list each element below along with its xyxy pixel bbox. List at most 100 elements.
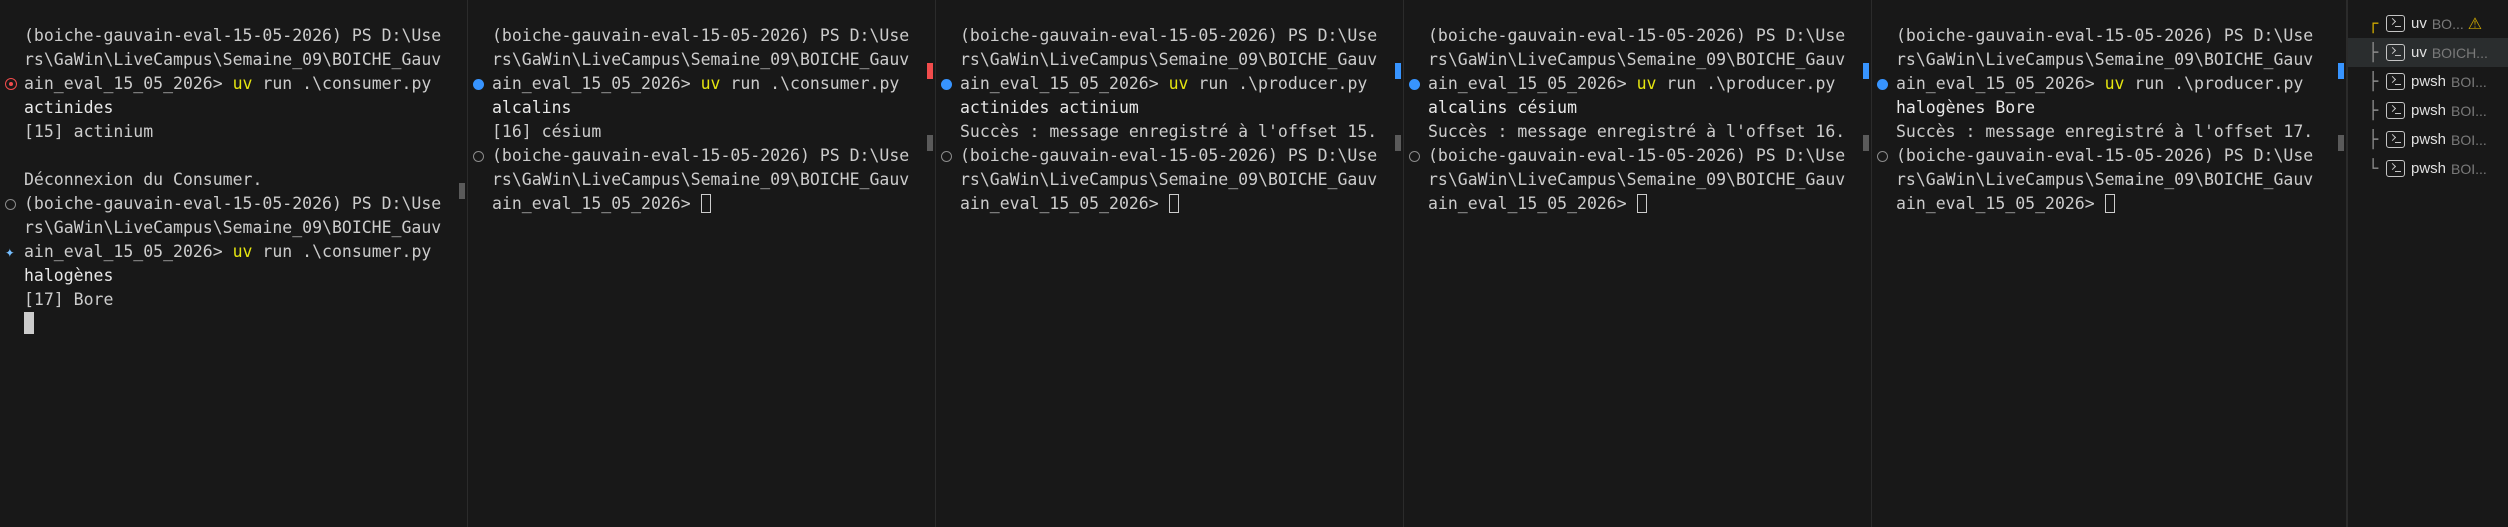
terminal-line: ain_eval_15_05_2026> uv run .\producer.p… xyxy=(1896,72,2313,96)
terminal-line: rs\GaWin\LiveCampus\Semaine_09\BOICHE_Ga… xyxy=(960,48,1377,72)
output-text: Succès : message enregistré à l'offset 1… xyxy=(1896,122,2314,141)
terminal-tab-list: ┌ uv BO... ⚠ ├ uv BOICH... ├ pwsh BOI... ├ pwsh BOI.… xyxy=(2347,0,2508,527)
output-text: rs\GaWin\LiveCampus\Semaine_09\BOICHE_Ga… xyxy=(1428,170,1846,189)
terminal-cursor xyxy=(700,194,711,213)
terminal-tab-4[interactable]: ├ pwsh BOI... xyxy=(2348,96,2508,125)
terminal-icon xyxy=(2386,44,2405,61)
tab-name: pwsh xyxy=(2411,102,2447,119)
terminal-line: halogènes xyxy=(24,264,441,288)
terminal-cursor xyxy=(24,312,34,334)
output-text: (boiche-gauvain-eval-15-05-2026) PS D:\U… xyxy=(492,146,910,165)
terminal-tab-5[interactable]: ├ pwsh BOI... xyxy=(2348,125,2508,154)
command-decoration-icon[interactable] xyxy=(473,151,484,162)
terminal-icon xyxy=(2386,15,2405,32)
terminal-line: (boiche-gauvain-eval-15-05-2026) PS D:\U… xyxy=(1896,144,2313,168)
prompt-text: ain_eval_15_05_2026> xyxy=(960,194,1169,213)
command-name: uv xyxy=(1636,74,1657,93)
terminal-line: [15] actinium xyxy=(24,120,441,144)
command-args: run .\consumer.py xyxy=(252,242,432,261)
terminal-pane-4[interactable]: (boiche-gauvain-eval-15-05-2026) PS D:\U… xyxy=(1404,0,1872,527)
terminal-line: ain_eval_15_05_2026> xyxy=(960,192,1377,216)
terminal-pane-1[interactable]: ✦ (boiche-gauvain-eval-15-05-2026) PS D:… xyxy=(0,0,468,527)
tab-name: uv xyxy=(2411,15,2427,32)
output-text: rs\GaWin\LiveCampus\Semaine_09\BOICHE_Ga… xyxy=(1428,50,1846,69)
terminal-tab-6[interactable]: └ pwsh BOI... xyxy=(2348,154,2508,183)
terminal-line: ain_eval_15_05_2026> xyxy=(492,192,909,216)
tab-description: BO... xyxy=(2431,15,2464,32)
warning-icon[interactable]: ⚠ xyxy=(2468,14,2482,34)
command-name: uv xyxy=(232,74,253,93)
command-name: uv xyxy=(700,74,721,93)
output-text: (boiche-gauvain-eval-15-05-2026) PS D:\U… xyxy=(1896,26,2314,45)
command-args: run .\producer.py xyxy=(1656,74,1836,93)
terminal-line: halogènes Bore xyxy=(1896,96,2313,120)
terminal-line: alcalins césium xyxy=(1428,96,1845,120)
terminal-output[interactable]: (boiche-gauvain-eval-15-05-2026) PS D:\U… xyxy=(492,24,909,216)
terminal-tab-1[interactable]: ┌ uv BO... ⚠ xyxy=(2348,9,2508,38)
command-success-icon[interactable] xyxy=(1877,79,1888,90)
output-text: rs\GaWin\LiveCampus\Semaine_09\BOICHE_Ga… xyxy=(1896,170,2314,189)
sparkle-icon[interactable]: ✦ xyxy=(5,244,15,260)
tab-name: uv xyxy=(2411,44,2427,61)
terminal-line: actinides xyxy=(24,96,441,120)
pane-gutter xyxy=(468,0,490,527)
terminal-tab-2[interactable]: ├ uv BOICH... xyxy=(2348,38,2508,67)
terminal-line: rs\GaWin\LiveCampus\Semaine_09\BOICHE_Ga… xyxy=(960,168,1377,192)
command-decoration-icon[interactable] xyxy=(941,151,952,162)
tab-description: BOI... xyxy=(2451,160,2487,177)
terminal-line: ain_eval_15_05_2026> uv run .\producer.p… xyxy=(960,72,1377,96)
prompt-text: ain_eval_15_05_2026> xyxy=(492,194,701,213)
prompt-text: ain_eval_15_05_2026> xyxy=(24,242,233,261)
prompt-text: ain_eval_15_05_2026> xyxy=(1428,194,1637,213)
terminal-output[interactable]: (boiche-gauvain-eval-15-05-2026) PS D:\U… xyxy=(1896,24,2313,216)
terminal-line: [17] Bore xyxy=(24,288,441,312)
terminal-icon xyxy=(2386,73,2405,90)
terminal-output[interactable]: (boiche-gauvain-eval-15-05-2026) PS D:\U… xyxy=(1428,24,1845,216)
terminal-line: (boiche-gauvain-eval-15-05-2026) PS D:\U… xyxy=(492,24,909,48)
command-args: run .\consumer.py xyxy=(252,74,432,93)
terminal-line: rs\GaWin\LiveCampus\Semaine_09\BOICHE_Ga… xyxy=(1896,48,2313,72)
scrollbar-marker xyxy=(2338,135,2344,151)
command-decoration-icon[interactable] xyxy=(1877,151,1888,162)
terminal-line: rs\GaWin\LiveCampus\Semaine_09\BOICHE_Ga… xyxy=(1428,168,1845,192)
command-name: uv xyxy=(232,242,253,261)
tree-connector: ├ xyxy=(2368,71,2379,92)
prompt-text: ain_eval_15_05_2026> xyxy=(24,74,233,93)
output-text: rs\GaWin\LiveCampus\Semaine_09\BOICHE_Ga… xyxy=(24,50,442,69)
output-text: halogènes Bore xyxy=(1896,98,2036,117)
terminal-pane-2[interactable]: (boiche-gauvain-eval-15-05-2026) PS D:\U… xyxy=(468,0,936,527)
command-args: run .\producer.py xyxy=(1188,74,1368,93)
output-text: rs\GaWin\LiveCampus\Semaine_09\BOICHE_Ga… xyxy=(492,170,910,189)
output-text: rs\GaWin\LiveCampus\Semaine_09\BOICHE_Ga… xyxy=(1896,50,2314,69)
command-name: uv xyxy=(2104,74,2125,93)
terminal-tab-3[interactable]: ├ pwsh BOI... xyxy=(2348,67,2508,96)
terminal-line: rs\GaWin\LiveCampus\Semaine_09\BOICHE_Ga… xyxy=(24,48,441,72)
terminal-output[interactable]: (boiche-gauvain-eval-15-05-2026) PS D:\U… xyxy=(960,24,1377,216)
output-text: rs\GaWin\LiveCampus\Semaine_09\BOICHE_Ga… xyxy=(492,50,910,69)
output-text: (boiche-gauvain-eval-15-05-2026) PS D:\U… xyxy=(1428,26,1846,45)
command-success-icon[interactable] xyxy=(941,79,952,90)
terminal-line: Succès : message enregistré à l'offset 1… xyxy=(1428,120,1845,144)
tab-description: BOI... xyxy=(2451,73,2487,90)
tree-connector: ├ xyxy=(2368,100,2379,121)
command-decoration-icon[interactable] xyxy=(5,199,16,210)
terminal-line: (boiche-gauvain-eval-15-05-2026) PS D:\U… xyxy=(24,192,441,216)
output-text: (boiche-gauvain-eval-15-05-2026) PS D:\U… xyxy=(24,194,442,213)
error-circle-icon[interactable] xyxy=(5,78,17,90)
command-name: uv xyxy=(1168,74,1189,93)
terminal-output[interactable]: (boiche-gauvain-eval-15-05-2026) PS D:\U… xyxy=(24,24,441,336)
tab-description: BOI... xyxy=(2451,102,2487,119)
terminal-pane-3[interactable]: (boiche-gauvain-eval-15-05-2026) PS D:\U… xyxy=(936,0,1404,527)
terminal-line: (boiche-gauvain-eval-15-05-2026) PS D:\U… xyxy=(960,144,1377,168)
terminal-pane-5[interactable]: (boiche-gauvain-eval-15-05-2026) PS D:\U… xyxy=(1872,0,2347,527)
command-args: run .\consumer.py xyxy=(720,74,900,93)
terminal-line: (boiche-gauvain-eval-15-05-2026) PS D:\U… xyxy=(1896,24,2313,48)
command-success-icon[interactable] xyxy=(1409,79,1420,90)
command-success-icon[interactable] xyxy=(473,79,484,90)
terminal-line: alcalins xyxy=(492,96,909,120)
tree-connector: ├ xyxy=(2368,129,2379,150)
output-text: rs\GaWin\LiveCampus\Semaine_09\BOICHE_Ga… xyxy=(24,218,442,237)
command-decoration-icon[interactable] xyxy=(1409,151,1420,162)
output-text: actinides xyxy=(24,98,114,117)
